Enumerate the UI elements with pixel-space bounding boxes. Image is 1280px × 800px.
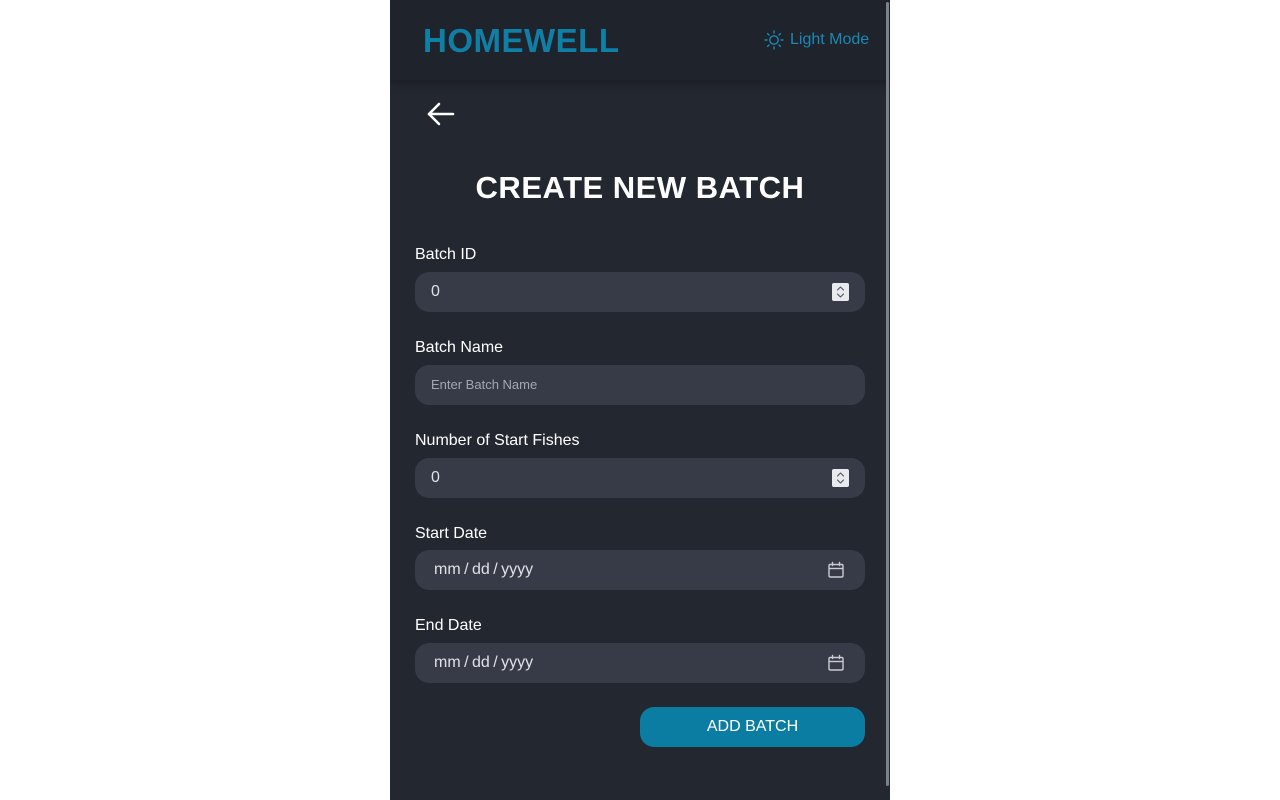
- back-button[interactable]: [424, 99, 456, 129]
- end-date-value: mm / dd / yyyy: [434, 654, 534, 671]
- batch-id-stepper[interactable]: [832, 283, 849, 301]
- calendar-icon[interactable]: [827, 561, 845, 579]
- page-title: CREATE NEW BATCH: [475, 170, 805, 205]
- light-mode-label: Light Mode: [790, 31, 870, 48]
- batch-id-input[interactable]: 0: [415, 272, 865, 312]
- top-header: HOMEWELL Light Mode: [390, 0, 890, 80]
- start-fishes-label: Number of Start Fishes: [415, 432, 580, 449]
- start-date-input[interactable]: mm / dd / yyyy: [415, 550, 865, 590]
- start-date-value: mm / dd / yyyy: [434, 561, 534, 578]
- app-panel: HOMEWELL Light Mode CREATE NEW BATCH Bat…: [390, 0, 890, 800]
- start-fishes-input[interactable]: 0: [415, 458, 865, 498]
- brand-logo[interactable]: HOMEWELL: [423, 19, 619, 63]
- end-date-label: End Date: [415, 617, 482, 634]
- scrollbar[interactable]: [886, 2, 889, 786]
- light-mode-toggle[interactable]: Light Mode: [764, 29, 869, 51]
- arrow-left-icon: [424, 102, 456, 133]
- calendar-icon[interactable]: [827, 654, 845, 672]
- batch-name-label: Batch Name: [415, 339, 504, 356]
- start-fishes-stepper[interactable]: [832, 469, 849, 487]
- batch-name-placeholder: Enter Batch Name: [431, 377, 538, 392]
- batch-id-value: 0: [431, 283, 440, 300]
- sun-icon: [764, 30, 784, 50]
- end-date-input[interactable]: mm / dd / yyyy: [415, 643, 865, 683]
- start-date-label: Start Date: [415, 525, 488, 542]
- batch-name-input[interactable]: Enter Batch Name: [415, 365, 865, 405]
- add-batch-button[interactable]: ADD BATCH: [640, 707, 865, 747]
- batch-id-label: Batch ID: [415, 246, 477, 263]
- start-fishes-value: 0: [431, 469, 440, 486]
